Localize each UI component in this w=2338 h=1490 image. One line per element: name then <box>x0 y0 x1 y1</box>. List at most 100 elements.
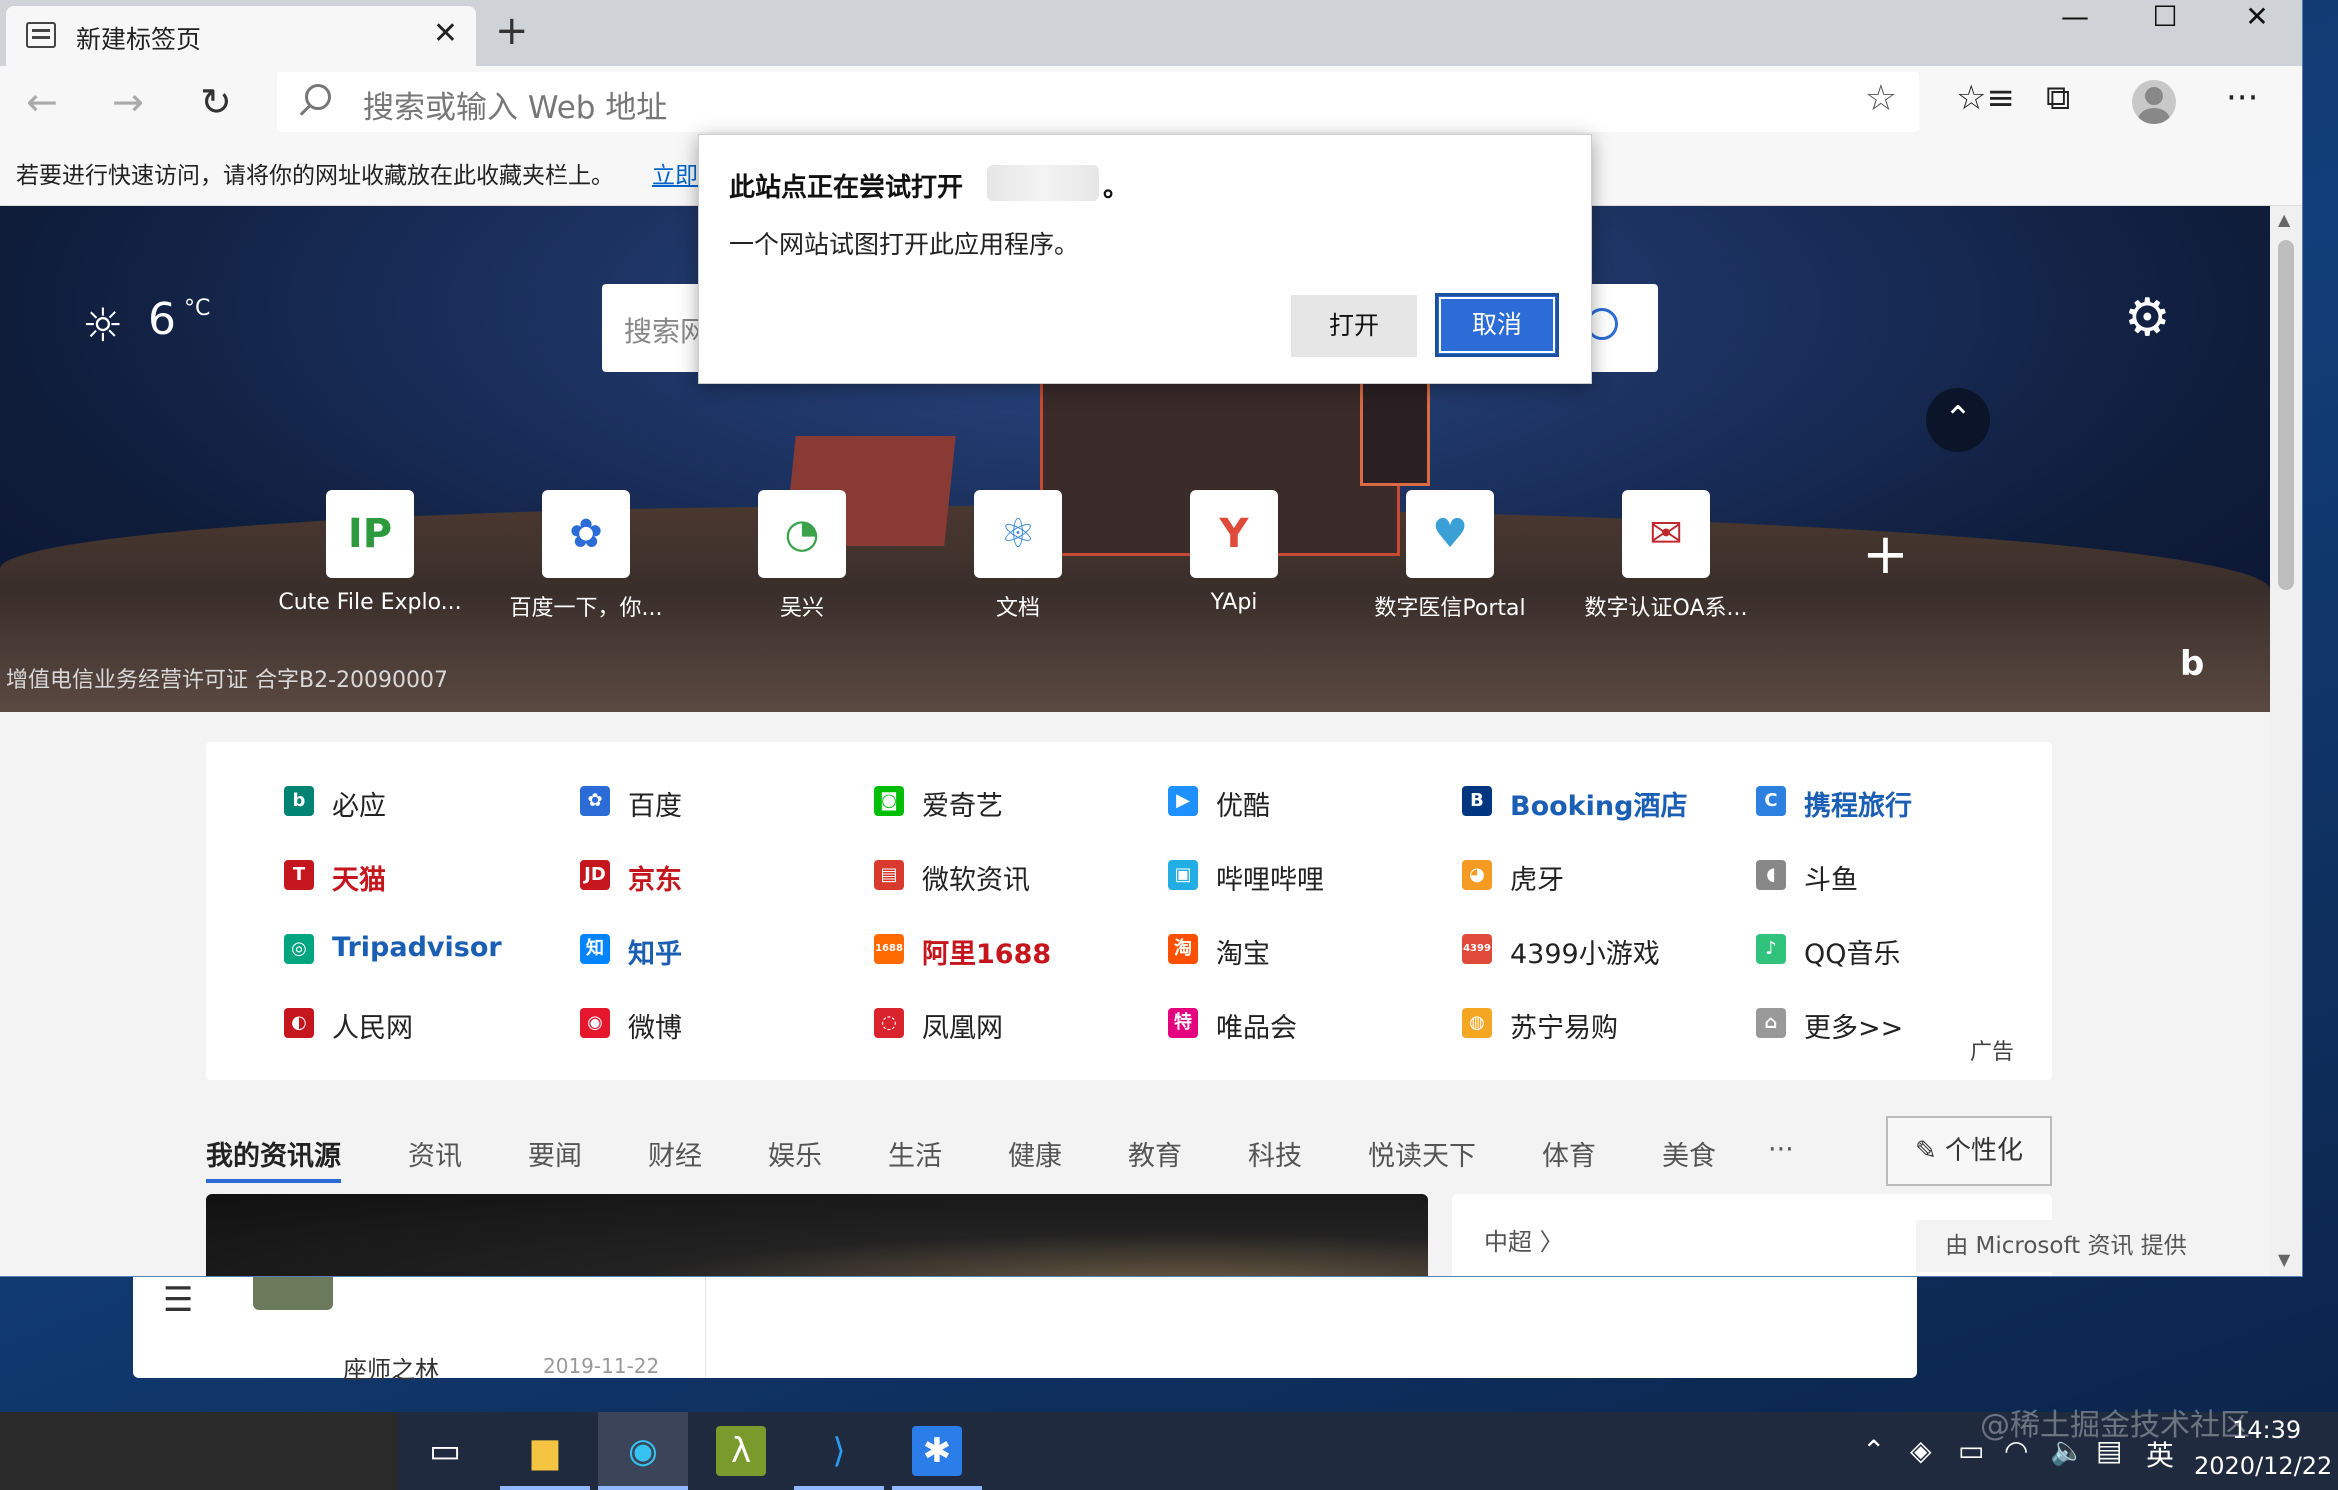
ad-label: 广告 <box>1969 1040 2014 1065</box>
favorites-bar-link[interactable]: 立即 <box>652 156 698 190</box>
web-search-placeholder[interactable]: 搜索网 <box>624 310 708 350</box>
back-button[interactable]: ← <box>26 80 58 124</box>
link-label[interactable]: 唯品会 <box>1216 1006 1297 1045</box>
cancel-button[interactable]: 取消 <box>1435 293 1559 357</box>
pinned-app-icon[interactable]: ✱ <box>912 1426 962 1476</box>
forward-button[interactable]: → <box>112 80 144 124</box>
feed-tab[interactable]: 科技 <box>1248 1134 1302 1173</box>
add-favorite-star-icon[interactable]: ☆ <box>1865 78 1897 119</box>
link-label[interactable]: 哔哩哔哩 <box>1216 858 1324 897</box>
profile-avatar[interactable] <box>2132 80 2176 124</box>
scroll-down-arrow-icon[interactable]: ▼ <box>2278 1250 2290 1269</box>
link-label[interactable]: 阿里1688 <box>922 932 1051 971</box>
feed-tab[interactable]: ··· <box>1768 1134 1794 1165</box>
add-quick-link-icon[interactable]: + <box>1862 522 1909 587</box>
favorites-bar-hint: 若要进行快速访问，请将你的网址收藏放在此收藏夹栏上。 <box>16 163 614 189</box>
background-window[interactable]: ☰ 座师之林 2019-11-22 <box>133 1270 1917 1384</box>
link-label[interactable]: 京东 <box>628 858 682 897</box>
show-hidden-icons-icon[interactable]: ⌃ <box>1862 1434 1885 1467</box>
scroll-up-arrow-icon[interactable]: ▲ <box>2278 210 2290 229</box>
tab-close-button[interactable]: ✕ <box>433 16 458 51</box>
close-window-button[interactable]: ✕ <box>2212 0 2302 34</box>
site-logo-icon: ⌂ <box>1756 1008 1786 1038</box>
new-tab-button[interactable]: + <box>495 8 529 54</box>
site-logo-icon: 1688 <box>874 934 904 964</box>
feed-tab[interactable]: 健康 <box>1008 1134 1062 1173</box>
edge-browser-icon[interactable]: ◉ <box>618 1426 668 1476</box>
feed-tab[interactable]: 体育 <box>1542 1134 1596 1173</box>
link-label[interactable]: Tripadvisor <box>332 932 502 963</box>
task-view-icon[interactable]: ▭ <box>420 1426 470 1476</box>
quick-link-tile[interactable]: Y YApi <box>1134 490 1334 620</box>
feed-tab[interactable]: 资讯 <box>408 1134 462 1173</box>
link-label[interactable]: 微博 <box>628 1006 682 1045</box>
link-label[interactable]: 4399小游戏 <box>1510 932 1660 971</box>
tab-strip: 新建标签页 ✕ + — ☐ ✕ <box>0 0 2302 66</box>
feed-tab-active[interactable]: 我的资讯源 <box>206 1134 341 1183</box>
vscode-icon[interactable]: ⟩ <box>814 1426 864 1476</box>
link-label[interactable]: 更多>> <box>1804 1006 1903 1045</box>
refresh-button[interactable]: ↻ <box>200 80 232 124</box>
taskbar-left-area <box>0 1412 398 1490</box>
site-logo-icon: ◖ <box>1756 860 1786 890</box>
link-label[interactable]: 微软资讯 <box>922 858 1030 897</box>
link-label[interactable]: 百度 <box>628 784 682 823</box>
quick-link-tile[interactable]: ◔ 吴兴 <box>702 490 902 621</box>
news-provider-label: 由 Microsoft 资讯 提供 <box>1916 1220 2216 1272</box>
lambda-app-icon[interactable]: λ <box>716 1426 766 1476</box>
tab-new-tab[interactable]: 新建标签页 ✕ <box>6 6 476 66</box>
link-label[interactable]: 知乎 <box>628 932 682 971</box>
quick-link-tile[interactable]: ♥ 数字医信Portal <box>1350 490 1550 621</box>
news-card-image[interactable] <box>206 1194 1428 1276</box>
link-label[interactable]: 苏宁易购 <box>1510 1006 1618 1045</box>
link-label[interactable]: Booking酒店 <box>1510 784 1687 823</box>
settings-gear-icon[interactable]: ⚙ <box>2124 288 2171 348</box>
collapse-chevron-icon[interactable]: ⌃ <box>1926 388 1990 452</box>
address-bar[interactable]: 搜索或输入 Web 地址 ☆ <box>277 72 1919 132</box>
feed-tab[interactable]: 教育 <box>1128 1134 1182 1173</box>
page-scrollbar[interactable]: ▲ ▼ <box>2270 206 2302 1276</box>
app-tray-icon[interactable]: ◈ <box>1910 1434 1932 1467</box>
quick-link-tile[interactable]: ⚛ 文档 <box>918 490 1118 621</box>
open-button[interactable]: 打开 <box>1291 295 1417 357</box>
personalize-button[interactable]: ✎ 个性化 <box>1886 1116 2052 1186</box>
background-window-item-title: 座师之林 <box>343 1356 439 1384</box>
address-input[interactable]: 搜索或输入 Web 地址 <box>363 82 667 127</box>
site-logo-icon: ♪ <box>1756 934 1786 964</box>
hamburger-menu-icon[interactable]: ☰ <box>163 1280 193 1320</box>
collections-icon[interactable]: ⧉ <box>2046 78 2070 118</box>
link-label[interactable]: 爱奇艺 <box>922 784 1003 823</box>
link-label[interactable]: QQ音乐 <box>1804 932 1901 971</box>
blurred-app-name <box>987 165 1099 201</box>
link-label[interactable]: 淘宝 <box>1216 932 1270 971</box>
feed-tab[interactable]: 财经 <box>648 1134 702 1173</box>
maximize-button[interactable]: ☐ <box>2120 0 2210 34</box>
quick-link-tile[interactable]: ✉ 数字认证OA系... <box>1566 490 1766 621</box>
feed-tab[interactable]: 生活 <box>888 1134 942 1173</box>
link-label[interactable]: 天猫 <box>332 858 386 897</box>
scrollbar-thumb[interactable] <box>2278 240 2294 590</box>
feed-tab[interactable]: 娱乐 <box>768 1134 822 1173</box>
quick-link-tile[interactable]: ✿ 百度一下，你... <box>486 490 686 621</box>
link-label[interactable]: 虎牙 <box>1510 858 1564 897</box>
dialog-title-suffix: 。 <box>1103 173 1130 203</box>
minimize-button[interactable]: — <box>2030 0 2120 34</box>
quick-link-tile[interactable]: IP Cute File Explo... <box>270 490 470 620</box>
file-explorer-icon[interactable]: ▆ <box>520 1426 570 1476</box>
feed-tab[interactable]: 要闻 <box>528 1134 582 1173</box>
link-label[interactable]: 优酷 <box>1216 784 1270 823</box>
link-label[interactable]: 必应 <box>332 784 386 823</box>
link-label[interactable]: 凤凰网 <box>922 1006 1003 1045</box>
bing-logo-icon[interactable]: b <box>2180 644 2204 684</box>
link-label[interactable]: 人民网 <box>332 1006 413 1045</box>
sports-card-label[interactable]: 中超 〉 <box>1484 1222 1564 1257</box>
favorites-icon[interactable]: ☆≡ <box>1956 78 2015 118</box>
site-logo-icon: ◎ <box>284 934 314 964</box>
feed-tab[interactable]: 悦读天下 <box>1368 1134 1476 1173</box>
link-label[interactable]: 斗鱼 <box>1804 858 1858 897</box>
more-menu-icon[interactable]: ··· <box>2226 78 2258 118</box>
link-label[interactable]: 携程旅行 <box>1804 784 1912 823</box>
feed-tab[interactable]: 美食 <box>1662 1134 1716 1173</box>
clock-date[interactable]: 2020/12/22 <box>2194 1452 2332 1480</box>
site-logo-icon: T <box>284 860 314 890</box>
